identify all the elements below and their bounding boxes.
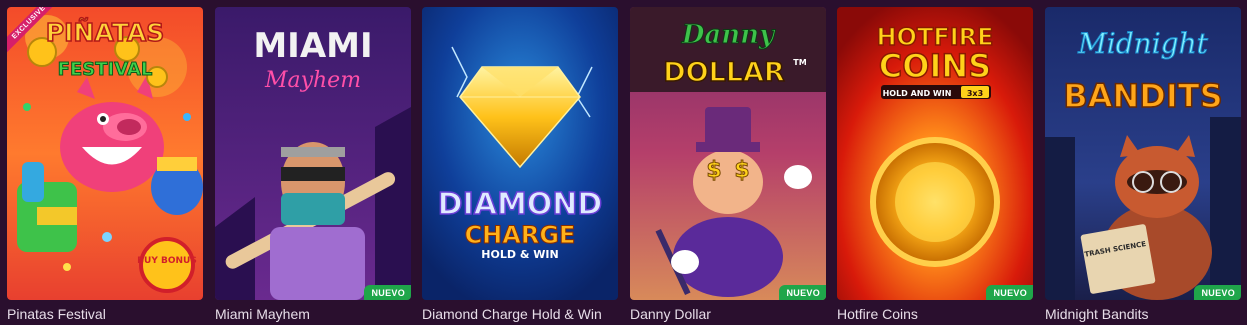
game-logo-line2: CHARGE [465, 221, 576, 249]
game-thumbnail[interactable]: BUY BONUS PIÑATAS FESTIVAL EXCLUSIVE [7, 7, 203, 300]
midnight-bandits-artwork: TRASH SCIENCE Midnight BANDITS [1045, 7, 1241, 300]
game-title[interactable]: Midnight Bandits [1045, 303, 1247, 325]
diamond-charge-artwork: DIAMOND CHARGE HOLD & WIN [422, 7, 618, 300]
buy-bonus-badge: BUY BONUS [137, 256, 197, 266]
new-badge: NUEVO [986, 285, 1033, 300]
svg-text:$: $ [734, 158, 749, 183]
hotfire-coins-artwork: HOTFIRE COINS HOLD AND WIN 3x3 [837, 7, 1033, 300]
game-logo-line1: DIAMOND [438, 187, 603, 222]
game-card-diamond-charge[interactable]: DIAMOND CHARGE HOLD & WIN Diamond Charge… [422, 7, 618, 325]
game-title[interactable]: Pinatas Festival [7, 303, 212, 325]
trademark-mark: TM [793, 58, 806, 67]
game-thumbnail[interactable]: TRASH SCIENCE Midnight BANDITS NUEVO [1045, 7, 1241, 300]
miami-mayhem-artwork: MIAMI Mayhem [215, 7, 411, 300]
svg-text:$: $ [706, 158, 721, 183]
game-grid: BUY BONUS PIÑATAS FESTIVAL EXCLUSIVE Pin… [0, 0, 1247, 325]
game-logo-line1: PIÑATAS [46, 18, 164, 47]
game-logo-line2: FESTIVAL [58, 59, 153, 80]
new-badge: NUEVO [364, 285, 411, 300]
game-logo-line1: Danny [681, 20, 776, 50]
game-logo-line2: DOLLAR [663, 57, 785, 88]
game-logo-line2: Mayhem [264, 68, 361, 93]
danny-dollar-artwork: $ $ Danny DOLLAR TM [630, 7, 826, 300]
game-logo-line3: HOLD AND WIN [883, 89, 952, 98]
game-card-midnight-bandits[interactable]: TRASH SCIENCE Midnight BANDITS NUEVO Mid… [1045, 7, 1241, 325]
game-title[interactable]: Diamond Charge Hold & Win [422, 303, 627, 325]
new-badge: NUEVO [779, 285, 826, 300]
new-badge: NUEVO [1194, 285, 1241, 300]
game-logo-line2: COINS [879, 47, 991, 85]
game-title[interactable]: Miami Mayhem [215, 303, 420, 325]
game-card-hotfire-coins[interactable]: HOTFIRE COINS HOLD AND WIN 3x3 NUEVO Hot… [837, 7, 1033, 325]
game-card-danny-dollar[interactable]: $ $ Danny DOLLAR TM NUEVO Danny Dollar [630, 7, 826, 325]
game-logo-line2: BANDITS [1063, 77, 1222, 115]
game-title[interactable]: Hotfire Coins [837, 303, 1042, 325]
game-title[interactable]: Danny Dollar [630, 303, 835, 325]
game-logo-line3: HOLD & WIN [481, 248, 558, 261]
game-card-pinatas-festival[interactable]: BUY BONUS PIÑATAS FESTIVAL EXCLUSIVE Pin… [7, 7, 203, 325]
game-logo-line1: Midnight [1077, 27, 1208, 60]
game-thumbnail[interactable]: HOTFIRE COINS HOLD AND WIN 3x3 NUEVO [837, 7, 1033, 300]
game-thumbnail[interactable]: MIAMI Mayhem NUEVO [215, 7, 411, 300]
game-logo-line1: MIAMI [253, 26, 372, 66]
game-logo-line4: 3x3 [967, 89, 983, 98]
pinatas-festival-artwork: BUY BONUS PIÑATAS FESTIVAL [7, 7, 203, 300]
game-thumbnail[interactable]: $ $ Danny DOLLAR TM NUEVO [630, 7, 826, 300]
game-card-miami-mayhem[interactable]: MIAMI Mayhem NUEVO Miami Mayhem [215, 7, 411, 325]
game-thumbnail[interactable]: DIAMOND CHARGE HOLD & WIN [422, 7, 618, 300]
